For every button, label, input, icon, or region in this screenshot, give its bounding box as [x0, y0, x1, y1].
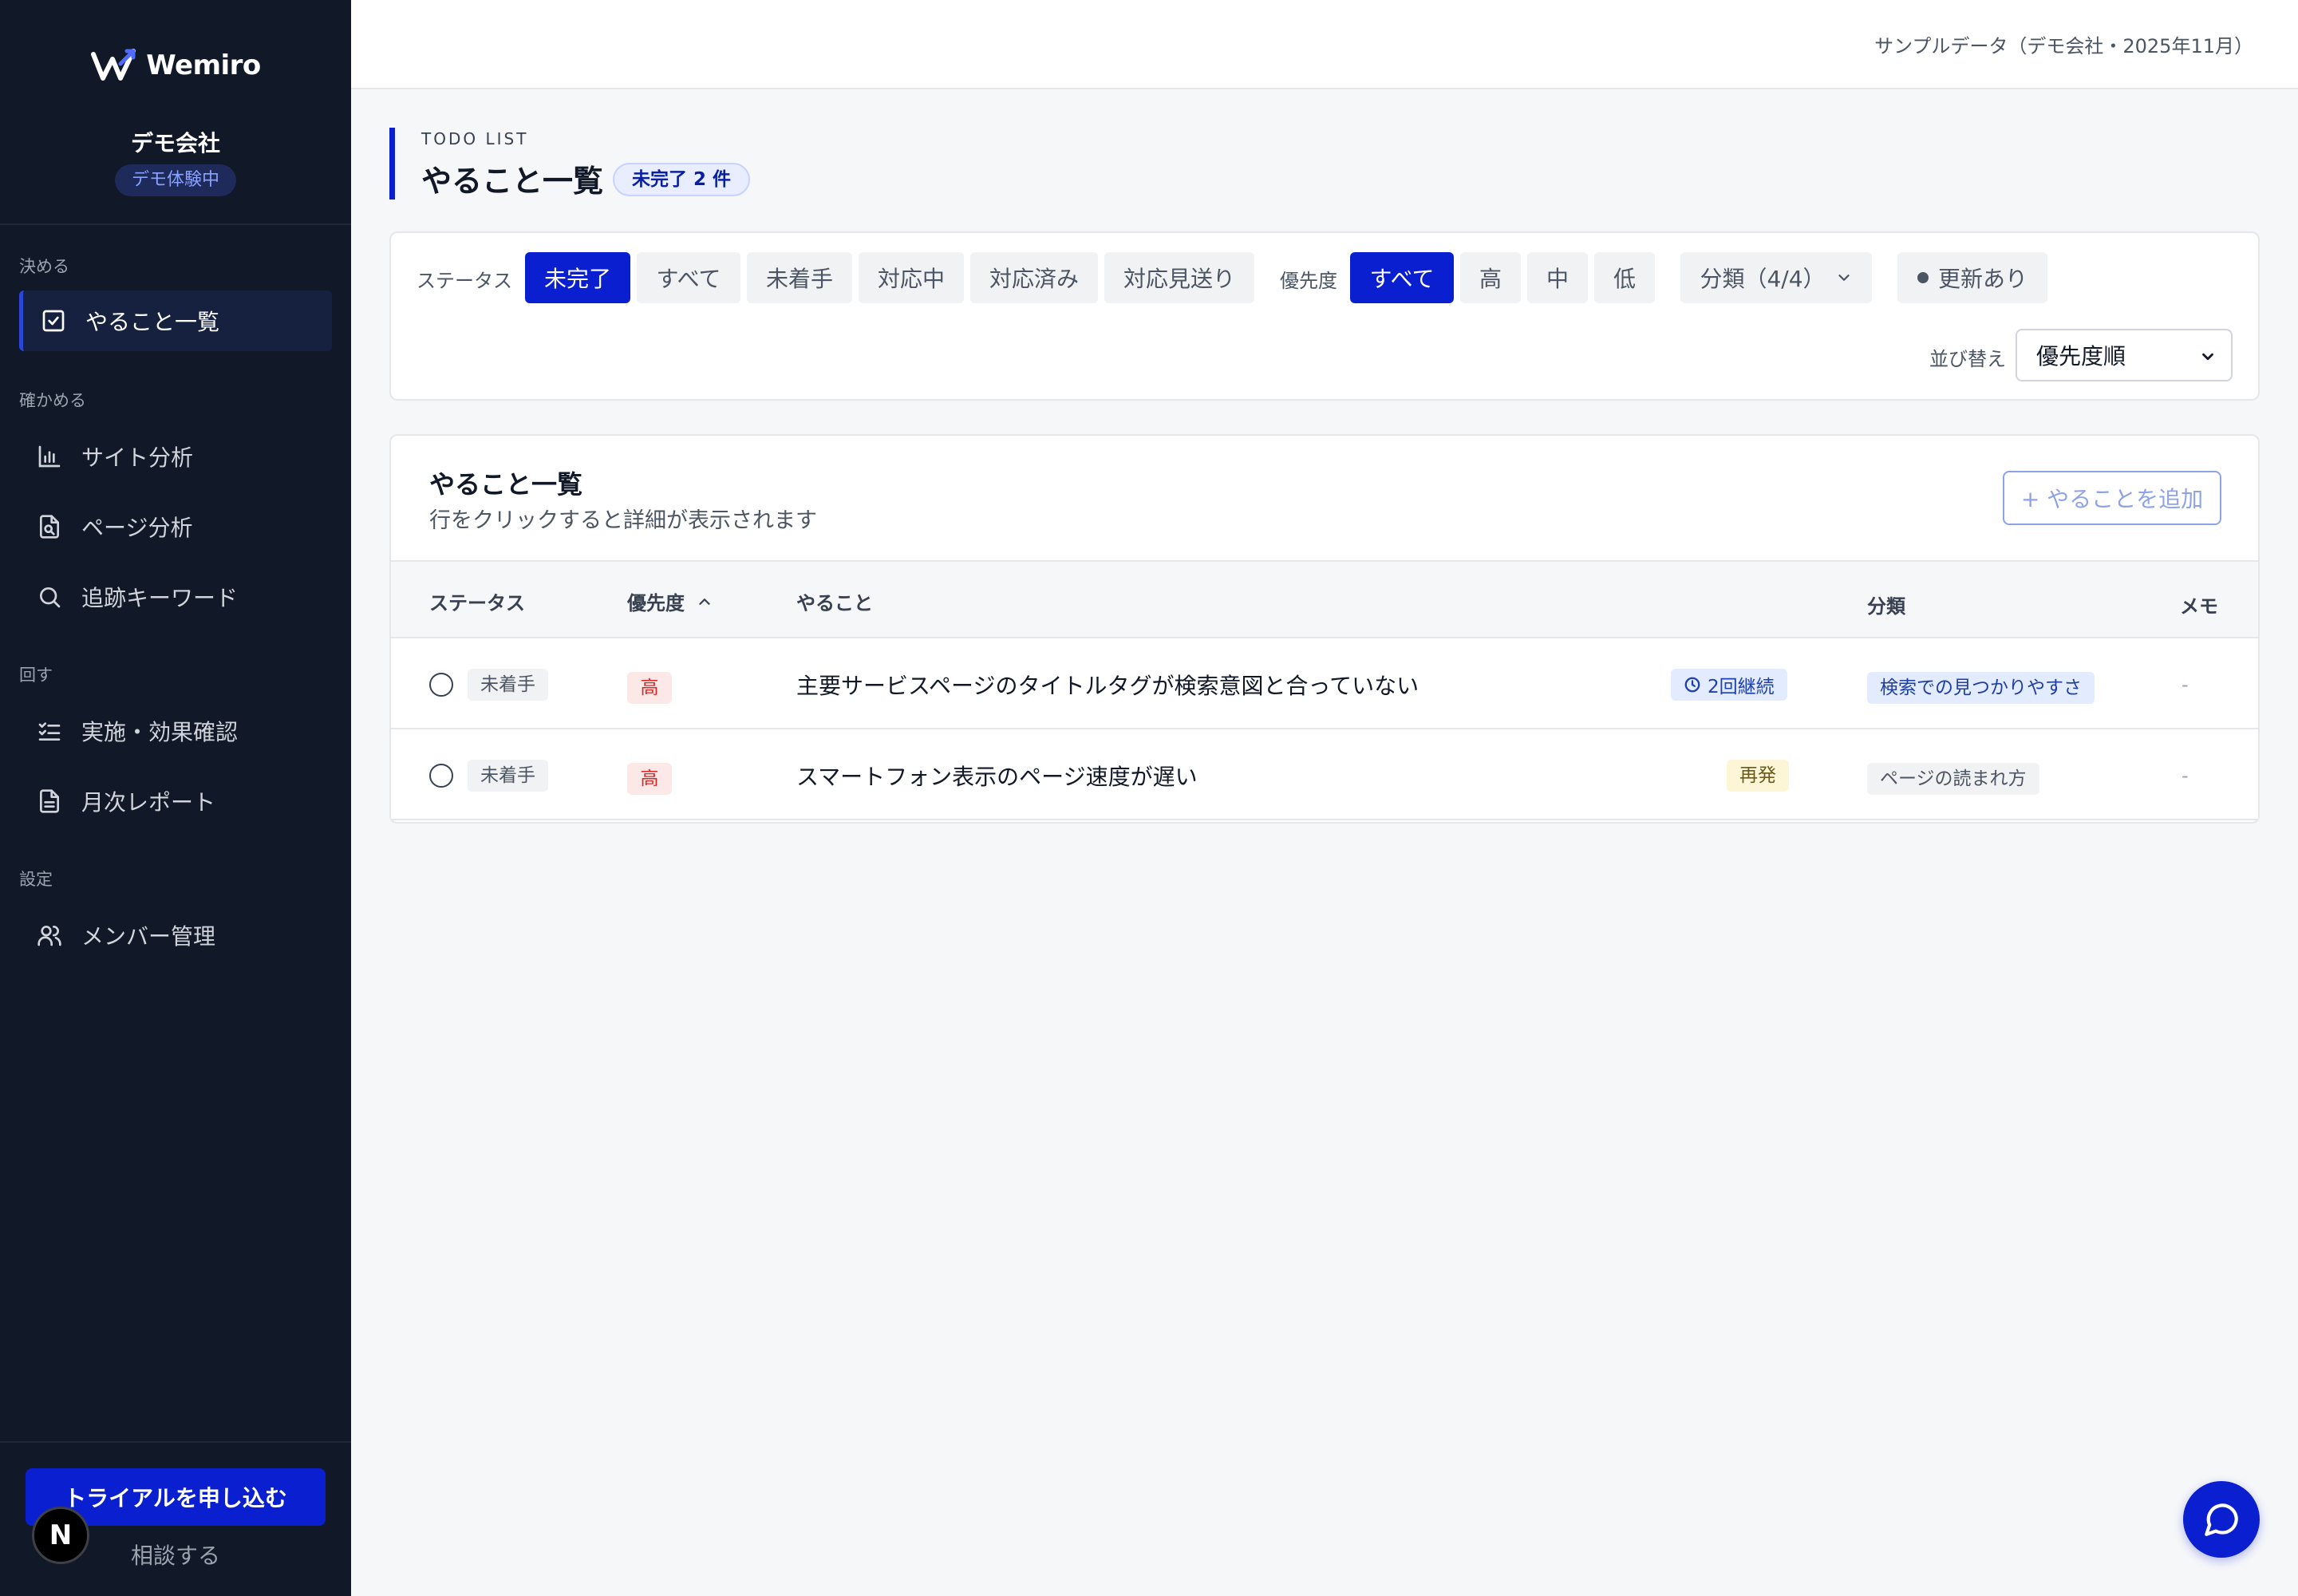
priority-chip-medium[interactable]: 中 [1527, 252, 1588, 303]
category-dropdown[interactable]: 分類（4/4） [1680, 252, 1872, 303]
status-chip-deferred[interactable]: 対応見送り [1104, 252, 1254, 303]
clock-icon [1684, 677, 1700, 693]
chat-bubble-icon [2205, 1503, 2238, 1536]
sidebar-item-monthly-report[interactable]: 月次レポート [19, 771, 332, 832]
sort-select[interactable]: 優先度順 [2016, 329, 2233, 381]
list-checks-icon [38, 722, 61, 741]
sidebar-item-label: 月次レポート [81, 789, 216, 816]
column-header-task[interactable]: やること [796, 587, 873, 615]
table-title: やること一覧 [429, 469, 583, 500]
sidebar-item-tracked-keywords[interactable]: 追跡キーワード [19, 567, 332, 627]
sidebar-item-label: メンバー管理 [81, 923, 216, 950]
row-complete-radio[interactable] [429, 764, 453, 788]
sidebar-item-label: ページ分析 [81, 515, 193, 541]
memo-cell: - [2182, 674, 2189, 696]
add-todo-button[interactable]: + やることを追加 [2003, 471, 2221, 525]
sidebar-bottom-divider [0, 1441, 351, 1443]
task-text: 主要サービスページのタイトルタグが検索意図と合っていない [796, 673, 1419, 699]
chevron-down-icon [1838, 275, 1850, 281]
heading-accent-bar [389, 128, 395, 200]
nav-group-label-settings: 設定 [19, 870, 53, 889]
column-header-priority-label: 優先度 [627, 592, 685, 614]
status-chip-in-progress[interactable]: 対応中 [859, 252, 964, 303]
sidebar-item-site-analysis[interactable]: サイト分析 [19, 426, 332, 487]
sidebar-item-label: 実施・効果確認 [81, 719, 239, 745]
incomplete-count-badge: 未完了 2 件 [613, 163, 751, 196]
status-badge: 未着手 [468, 669, 548, 701]
recurrence-tag: 再発 [1727, 760, 1789, 792]
sort-select-value: 優先度順 [2036, 343, 2126, 369]
sidebar: Wemiro デモ会社 デモ体験中 決める やること一覧 確かめる サイト分析 … [0, 0, 351, 1596]
table-subtitle: 行をクリックすると詳細が表示されます [429, 508, 817, 533]
chat-button[interactable] [2183, 1481, 2260, 1558]
category-badge: ページの読まれ方 [1867, 763, 2039, 795]
priority-filter-label: 優先度 [1280, 270, 1337, 292]
updated-toggle[interactable]: 更新あり [1897, 252, 2047, 303]
nav-group-label-decide: 決める [19, 257, 69, 276]
status-chip-all[interactable]: すべて [637, 252, 740, 303]
demo-badge: デモ体験中 [115, 164, 236, 196]
nav-group-label-cycle: 回す [19, 666, 53, 685]
sort-label: 並び替え [1929, 348, 2006, 370]
page-eyebrow: TODO LIST [421, 129, 529, 148]
page-title: やること一覧 [421, 164, 604, 199]
status-badge: 未着手 [468, 760, 548, 792]
company-name: デモ会社 [130, 130, 220, 156]
priority-badge: 高 [627, 672, 672, 704]
status-filter-label: ステータス [417, 270, 512, 292]
sidebar-divider [0, 223, 351, 225]
document-icon [40, 789, 59, 813]
continued-tag-label: 2回継続 [1708, 677, 1775, 697]
search-icon [40, 587, 61, 608]
sidebar-item-page-analysis[interactable]: ページ分析 [19, 496, 332, 557]
column-header-category[interactable]: 分類 [1867, 591, 1905, 618]
chevron-down-icon [2202, 353, 2213, 361]
column-header-status[interactable]: ステータス [429, 587, 525, 615]
continued-tag: 2回継続 [1671, 669, 1787, 701]
sidebar-item-label: 追跡キーワード [81, 585, 239, 611]
memo-cell: - [2182, 764, 2189, 787]
status-chip-incomplete[interactable]: 未完了 [525, 252, 630, 303]
users-icon [38, 926, 61, 946]
file-search-icon [40, 515, 59, 539]
priority-chip-high[interactable]: 高 [1460, 252, 1521, 303]
bar-chart-icon [38, 445, 61, 468]
status-chip-not-started[interactable]: 未着手 [747, 252, 852, 303]
brand-logo[interactable]: Wemiro [0, 46, 351, 85]
wemiro-logo-icon [91, 49, 136, 81]
n-badge-icon[interactable]: N [32, 1507, 89, 1564]
sidebar-item-label: やること一覧 [85, 309, 220, 335]
sidebar-item-members[interactable]: メンバー管理 [19, 905, 332, 966]
column-header-memo: メモ [2180, 595, 2218, 618]
sidebar-item-implementation[interactable]: 実施・効果確認 [19, 701, 332, 761]
priority-badge: 高 [627, 763, 672, 795]
status-chip-done[interactable]: 対応済み [970, 252, 1098, 303]
updated-toggle-label: 更新あり [1937, 266, 2028, 292]
category-badge: 検索での見つかりやすさ [1867, 672, 2095, 704]
sidebar-item-label: サイト分析 [81, 444, 194, 471]
dot-icon [1917, 272, 1929, 283]
task-text: スマートフォン表示のページ速度が遅い [796, 764, 1198, 790]
chevron-up-icon [699, 598, 710, 605]
column-header-priority[interactable]: 優先度 [627, 587, 713, 615]
sidebar-item-todo-list[interactable]: やること一覧 [19, 290, 332, 351]
brand-name: Wemiro [146, 49, 261, 81]
sample-data-note: サンプルデータ（デモ会社・2025年11月） [1874, 35, 2253, 57]
row-complete-radio[interactable] [429, 673, 453, 697]
category-dropdown-label: 分類（4/4） [1700, 266, 1826, 292]
priority-chip-all[interactable]: すべて [1350, 252, 1454, 303]
top-bar: サンプルデータ（デモ会社・2025年11月） [351, 0, 2298, 89]
checkbox-icon [42, 310, 65, 332]
priority-chip-low[interactable]: 低 [1594, 252, 1655, 303]
nav-group-label-verify: 確かめる [19, 391, 86, 410]
